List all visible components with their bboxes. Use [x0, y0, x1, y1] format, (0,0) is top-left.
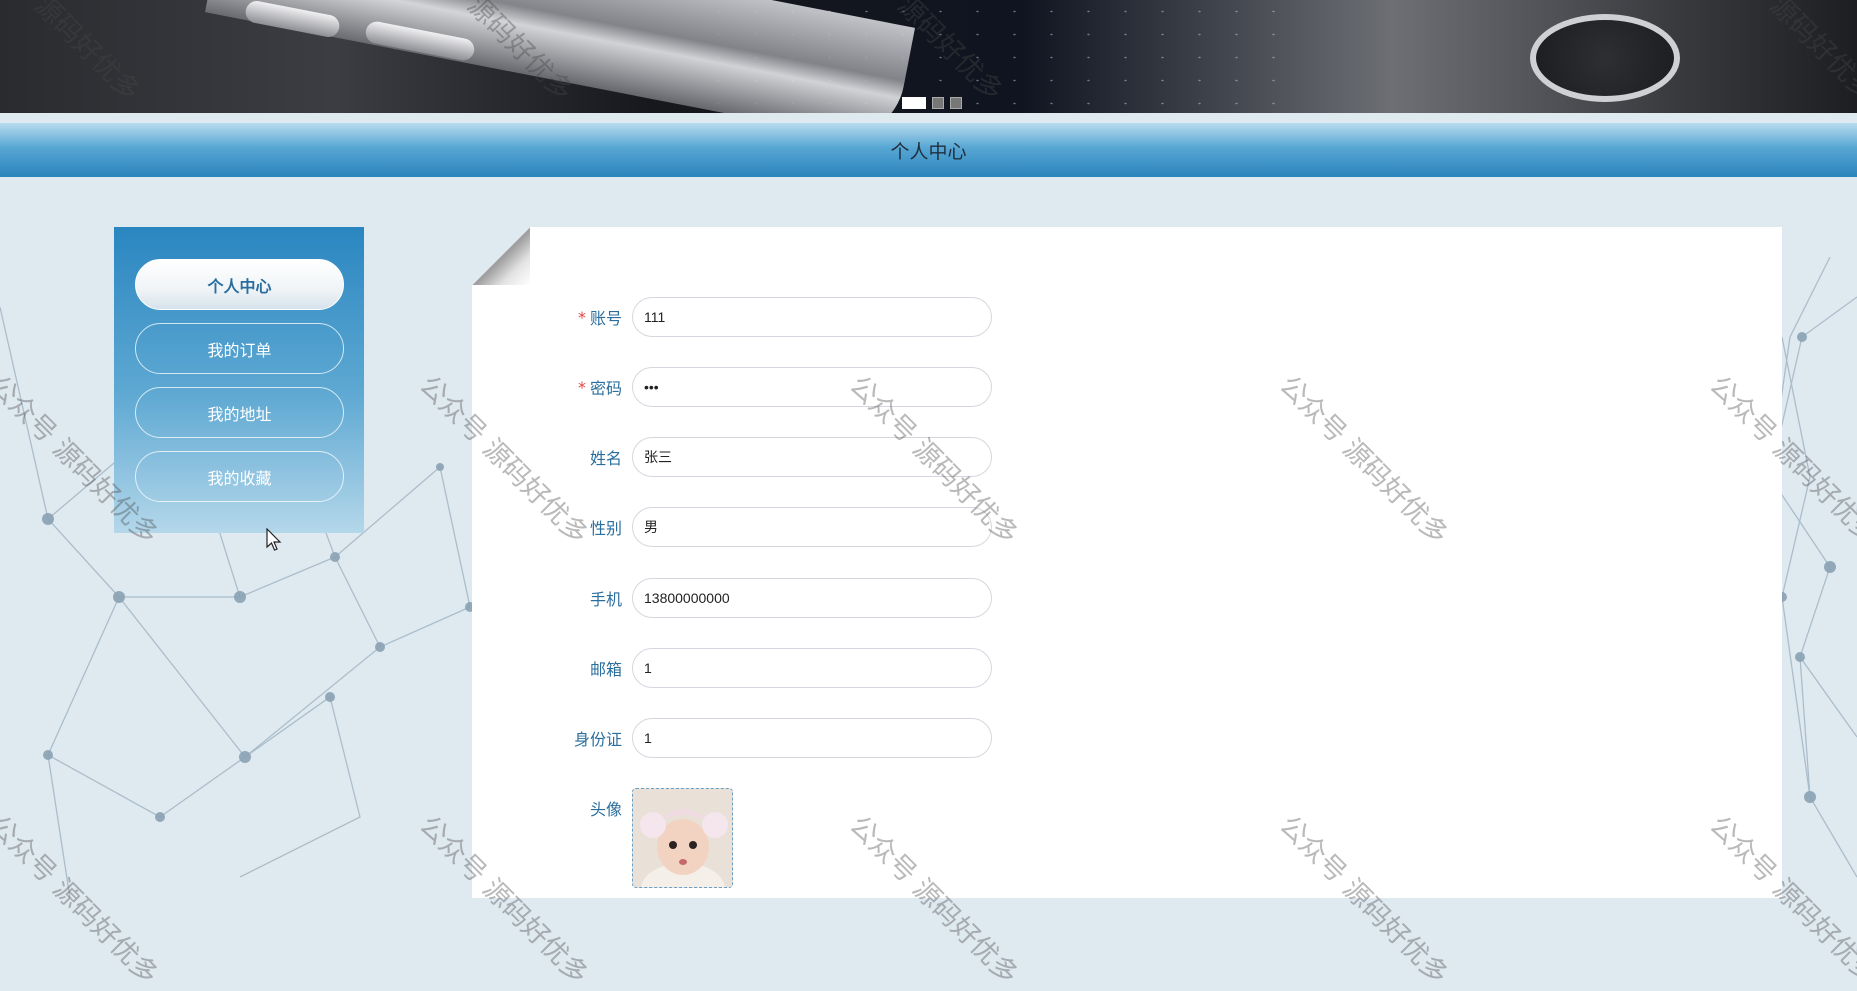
- watermark: 公众号 源码好优多: [1703, 369, 1857, 551]
- password-label: * 密码: [577, 377, 622, 399]
- page-curl-decoration: [472, 227, 530, 285]
- phone-label: 手机: [589, 590, 622, 609]
- watermark: 公众号 源码好优多: [1273, 809, 1454, 991]
- id-card-label: 身份证: [573, 730, 622, 749]
- watermark: 公众号 源码好优多: [843, 809, 1024, 991]
- mouse-cursor-icon: [266, 528, 282, 551]
- name-label: 姓名: [589, 449, 622, 468]
- form-row-gender: 性别: [472, 507, 1072, 547]
- page-title: 个人中心: [890, 140, 967, 163]
- email-label: 邮箱: [589, 660, 622, 679]
- watermark: 公众号 源码好优多: [0, 809, 164, 991]
- password-input[interactable]: [632, 367, 992, 407]
- sidebar-item-my-orders[interactable]: 我的订单: [135, 323, 344, 374]
- form-row-password: * 密码: [472, 367, 1072, 407]
- watermark: 公众号 源码好优多: [1273, 369, 1454, 551]
- sidebar-item-label: 我的订单: [207, 340, 272, 360]
- id-card-input[interactable]: [632, 718, 992, 758]
- form-row-id-card: 身份证: [472, 718, 1072, 758]
- carousel-dot-2[interactable]: [932, 97, 944, 109]
- sidebar-item-my-favorites[interactable]: 我的收藏: [135, 451, 344, 502]
- sidebar-menu: 个人中心 我的订单 我的地址 我的收藏: [114, 227, 364, 533]
- gender-select[interactable]: [632, 507, 992, 547]
- sidebar-item-my-addresses[interactable]: 我的地址: [135, 387, 344, 438]
- avatar-image: [633, 789, 732, 887]
- sidebar-item-label: 个人中心: [207, 276, 272, 296]
- sidebar-item-personal-center[interactable]: 个人中心: [135, 259, 344, 310]
- form-row-email: 邮箱: [472, 648, 1072, 688]
- phone-input[interactable]: [632, 578, 992, 618]
- form-row-phone: 手机: [472, 578, 1072, 618]
- name-input[interactable]: [632, 437, 992, 477]
- watermark: 公众号 源码好优多: [0, 369, 164, 551]
- avatar-label: 头像: [589, 800, 622, 819]
- required-mark: *: [577, 307, 586, 327]
- watermark: 公众号 源码好优多: [413, 369, 594, 551]
- required-mark: *: [577, 377, 586, 397]
- profile-form-card: * 账号 * 密码 姓名 性别 手机 邮箱: [472, 227, 1782, 898]
- watermark: 公众号 源码好优多: [1703, 809, 1857, 991]
- watermark: 公众号 源码好优多: [843, 369, 1024, 551]
- form-row-account: * 账号: [472, 297, 1072, 337]
- form-row-name: 姓名: [472, 437, 1072, 477]
- avatar-upload[interactable]: [632, 788, 733, 888]
- sidebar-item-label: 我的地址: [207, 404, 272, 424]
- account-input[interactable]: [632, 297, 992, 337]
- form-row-avatar: 头像: [472, 788, 1072, 888]
- page-title-bar: 个人中心: [0, 123, 1857, 177]
- banner-phone-home-button: [1530, 14, 1680, 102]
- carousel-indicators: [902, 97, 962, 109]
- carousel-dot-3[interactable]: [950, 97, 962, 109]
- watermark: 公众号 源码好优多: [413, 809, 594, 991]
- carousel-dot-1[interactable]: [902, 97, 926, 109]
- email-input[interactable]: [632, 648, 992, 688]
- sidebar-item-label: 我的收藏: [207, 468, 272, 488]
- gender-label: 性别: [589, 519, 622, 538]
- account-label: * 账号: [577, 307, 622, 329]
